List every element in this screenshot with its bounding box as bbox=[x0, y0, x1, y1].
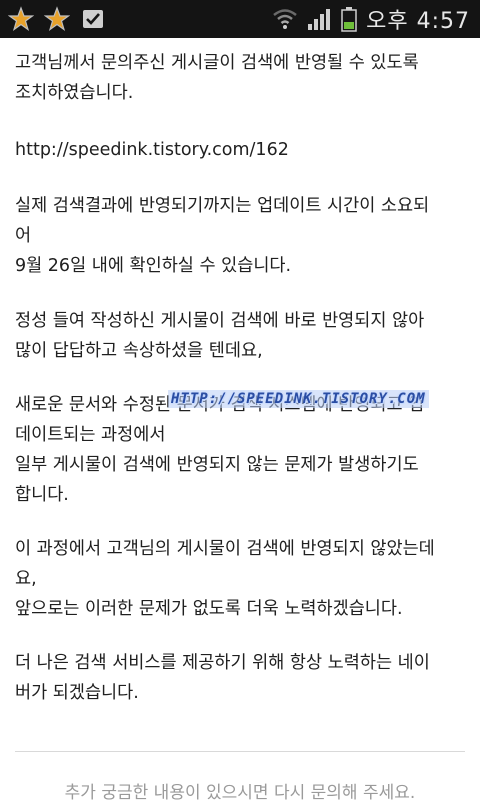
message-paragraph: 정성 들여 작성하신 게시물이 검색에 바로 반영되지 않아 많이 답답하고 속… bbox=[15, 306, 467, 366]
text-line: 데이트되는 과정에서 bbox=[15, 425, 166, 445]
text-line: 합니다. bbox=[15, 485, 69, 505]
wifi-icon bbox=[273, 9, 297, 29]
text-line: 일부 게시물이 검색에 반영되지 않는 문제가 발생하기도 bbox=[15, 455, 419, 475]
watermark-text: HTTP://SPEEDINK.TISTORY.COM bbox=[168, 390, 429, 408]
message-paragraph: 실제 검색결과에 반영되기까지는 업데이트 시간이 소요되 어 9월 26일 내… bbox=[15, 191, 467, 281]
star-icon[interactable] bbox=[8, 6, 34, 32]
text-line: 고객님께서 문의주신 게시글이 검색에 반영될 수 있도록 bbox=[15, 53, 419, 73]
status-bar: 오후 4:57 bbox=[0, 0, 480, 38]
signal-icon bbox=[308, 9, 331, 30]
text-line: 실제 검색결과에 반영되기까지는 업데이트 시간이 소요되 bbox=[15, 196, 430, 216]
text-line: 정성 들여 작성하신 게시물이 검색에 바로 반영되지 않아 bbox=[15, 311, 425, 331]
url-link[interactable]: http://speedink.tistory.com/162 bbox=[15, 135, 467, 165]
message-paragraph: 고객님께서 문의주신 게시글이 검색에 반영될 수 있도록 조치하였습니다. bbox=[15, 48, 467, 108]
text-line: 더 나은 검색 서비스를 제공하기 위해 항상 노력하는 네이 bbox=[15, 653, 430, 673]
text-line: 많이 답답하고 속상하셨을 텐데요, bbox=[15, 341, 263, 361]
text-line: 요, bbox=[15, 569, 37, 589]
checkbox-icon[interactable] bbox=[80, 6, 106, 32]
system-indicators: 오후 4:57 bbox=[272, 3, 480, 35]
message-paragraph: 더 나은 검색 서비스를 제공하기 위해 항상 노력하는 네이 버가 되겠습니다… bbox=[15, 648, 467, 708]
text-line: 9월 26일 내에 확인하실 수 있습니다. bbox=[15, 256, 292, 276]
text-line: 버가 되겠습니다. bbox=[15, 683, 139, 703]
message-paragraph: 새로운 문서와 수정된 문서가 검색 시스템에 반영되고 업 데이트되는 과정에… bbox=[15, 390, 467, 510]
text-line: 어 bbox=[15, 226, 32, 246]
text-line: 이 과정에서 고객님의 게시물이 검색에 반영되지 않았는데 bbox=[15, 539, 435, 559]
divider bbox=[15, 751, 465, 752]
footer-text: 추가 궁금한 내용이 있으시면 다시 문의해 주세요. bbox=[64, 783, 416, 803]
message-url[interactable]: http://speedink.tistory.com/162 bbox=[15, 135, 467, 165]
notification-icons bbox=[0, 6, 106, 32]
message-paragraph: 이 과정에서 고객님의 게시물이 검색에 반영되지 않았는데 요, 앞으로는 이… bbox=[15, 534, 467, 624]
message-content: 고객님께서 문의주신 게시글이 검색에 반영될 수 있도록 조치하였습니다. h… bbox=[0, 38, 480, 803]
status-time: 오후 4:57 bbox=[366, 9, 470, 34]
battery-icon bbox=[341, 7, 357, 32]
text-line: 앞으로는 이러한 문제가 없도록 더욱 노력하겠습니다. bbox=[15, 599, 403, 619]
star-icon[interactable] bbox=[44, 6, 70, 32]
text-line: 조치하였습니다. bbox=[15, 83, 134, 103]
